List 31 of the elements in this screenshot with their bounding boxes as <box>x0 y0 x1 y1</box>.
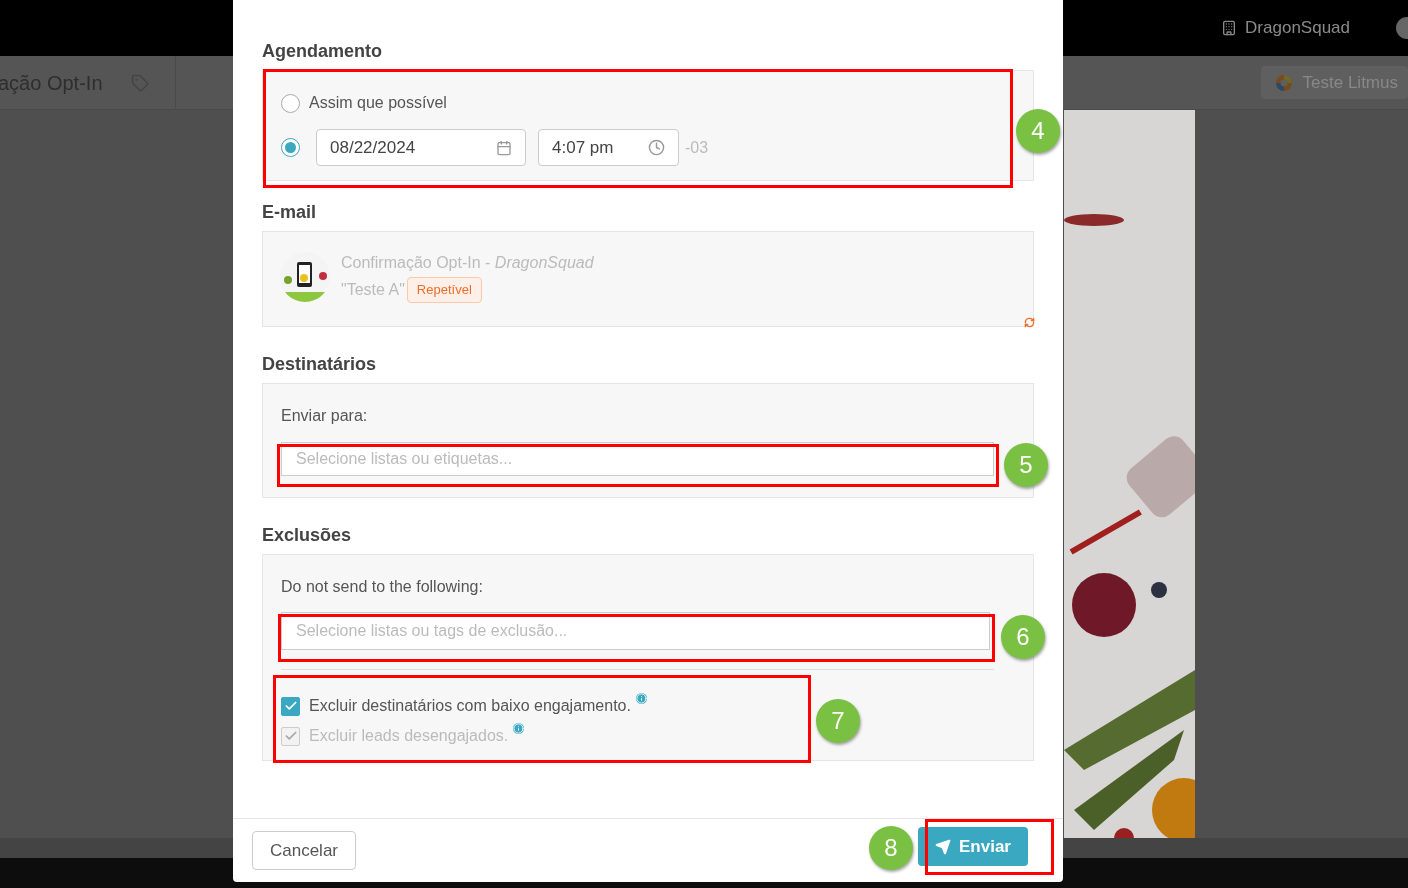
paper-plane-icon <box>935 838 951 855</box>
date-field[interactable]: 08/22/2024 <box>316 129 526 166</box>
section-title: Destinatários <box>262 353 378 375</box>
account-name[interactable]: DragonSquad <box>1245 15 1350 41</box>
building-icon <box>1221 20 1238 36</box>
info-icon[interactable] <box>635 693 647 704</box>
calendar-icon <box>496 139 512 156</box>
clock-icon <box>648 139 665 156</box>
field-label: Enviar para: <box>281 406 369 426</box>
radio-button[interactable] <box>281 93 300 113</box>
checkbox[interactable] <box>281 696 300 716</box>
info-icon[interactable] <box>513 723 525 734</box>
section-title: Exclusões <box>262 524 353 546</box>
check-icon <box>283 729 298 743</box>
refresh-icon[interactable] <box>1024 317 1035 328</box>
field-label: Do not send to the following: <box>281 577 484 597</box>
repeatable-badge: Repetível <box>406 277 482 303</box>
option-label: Assim que possível <box>309 93 447 113</box>
check-icon <box>283 699 298 713</box>
checkbox-label: Excluir leads desengajados. <box>309 726 509 746</box>
section-title: Agendamento <box>262 40 383 62</box>
checkbox-label: Excluir destinatários com baixo engajamento. <box>309 696 631 716</box>
cancel-button[interactable]: Cancelar <box>252 831 356 870</box>
color-wheel-icon <box>1274 73 1293 92</box>
time-field[interactable]: 4:07 pm <box>538 129 679 166</box>
avatar[interactable] <box>1396 17 1408 39</box>
radio-button[interactable] <box>281 138 300 157</box>
email-name: Confirmação Opt-In - DragonSquad <box>341 253 594 274</box>
variant-name: "Teste A" <box>341 280 405 300</box>
section-title: E-mail <box>262 201 318 223</box>
timezone-text: -03 <box>685 137 709 158</box>
